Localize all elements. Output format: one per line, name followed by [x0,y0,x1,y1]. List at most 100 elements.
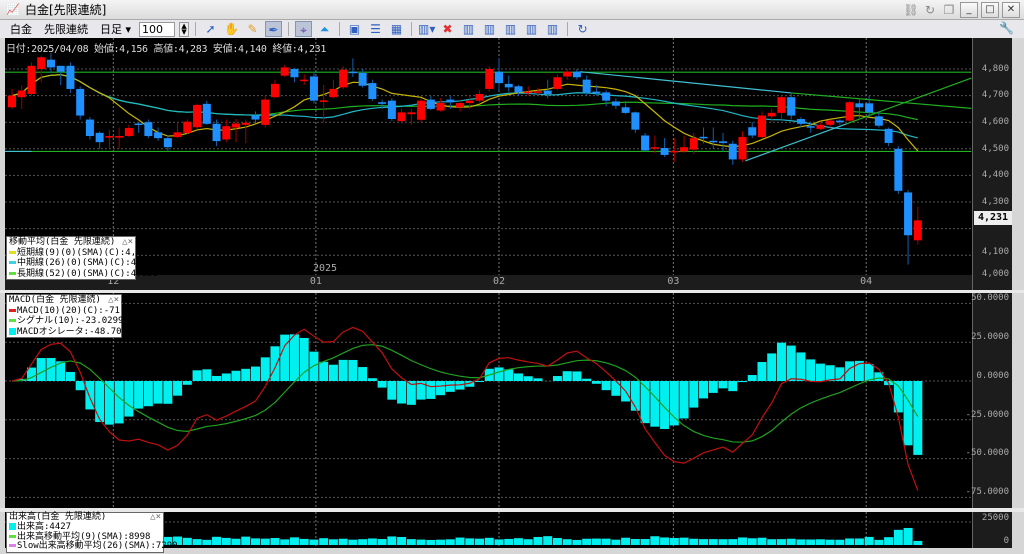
candle-down [164,138,172,147]
copy-window-icon[interactable]: ❐ [941,2,957,18]
volume-bar [611,540,620,545]
volume-bar [270,538,279,545]
legend-close-icon[interactable]: △× [122,237,133,248]
volume-bar [378,539,387,545]
maximize-button[interactable]: □ [981,2,999,18]
period-dropdown[interactable]: 日足 ▾ [96,21,135,37]
bar-chart-dropdown-icon[interactable]: ▥▾ [418,21,435,37]
draw-line-icon[interactable]: ✒ [265,21,282,37]
price-tick: 4,700 [982,90,1009,100]
chart-window-icon[interactable]: ▣ [346,21,363,37]
date-label: 04 [860,276,872,287]
chart-type-2-icon[interactable]: ▥ [481,21,498,37]
volume-bar [913,541,922,545]
chart-type-3-icon[interactable]: ▥ [502,21,519,37]
bar-count-input[interactable]: 100 [139,22,175,37]
volume-bar [485,538,494,545]
trendline [580,72,791,93]
volume-bar [757,538,766,545]
macd-legend[interactable]: MACD(白金 先限連続)△× MACD(10)(20)(C):-71.7310… [6,294,122,338]
macd-oscillator-bar [787,346,796,381]
volume-axis[interactable]: 25000 0 [972,512,1012,548]
macd-oscillator-bar [738,381,747,382]
price-tick: 4,600 [982,117,1009,127]
candle-down [631,112,639,129]
volume-bar [241,537,250,545]
volume-tick: 0 [1004,536,1009,546]
chart-type-1-icon[interactable]: ▥ [460,21,477,37]
macd-pane[interactable] [5,293,972,508]
candle-up [232,124,240,128]
macd-oscillator-bar [524,376,533,381]
minimize-button[interactable]: _ [960,2,978,18]
volume-bar [280,539,289,545]
volume-bar [709,539,718,545]
grid-icon[interactable]: ▦ [388,21,405,37]
last-price-label: 4,231 [974,211,1012,225]
hand-icon[interactable]: ✋ [223,21,240,37]
macd-oscillator-bar [709,381,718,393]
pencil-icon[interactable]: ✎ [244,21,261,37]
macd-oscillator-bar [348,360,357,381]
bar-count-stepper[interactable]: ▲▼ [179,22,189,37]
select-arrow-icon[interactable]: ➚ [202,21,219,37]
price-tick: 4,500 [982,144,1009,154]
candle-down [144,122,152,136]
candle-up [222,126,230,139]
macd-tick: 0.0000 [976,371,1009,381]
volume-bar [641,539,650,545]
candle-down [378,102,386,104]
candle-down [47,60,55,68]
grid-horizontal-icon[interactable]: ☰ [367,21,384,37]
volume-bar [202,540,211,545]
candle-down [573,72,581,78]
volume-bar [660,537,669,545]
candle-up [329,89,337,97]
legend-close-icon[interactable]: △× [108,295,119,306]
ma-legend[interactable]: 移動平均(白金 先限連続)△× 短期線(9)(0)(SMA)(C):4,502 … [6,236,136,280]
volume-bar [787,539,796,545]
crosshair-icon[interactable]: ⌖ [295,21,312,37]
price-axis[interactable]: 4,800 4,700 4,600 4,500 4,400 4,300 4,10… [972,38,1012,290]
macd-oscillator-bar [504,369,513,381]
link-icon[interactable]: ⛓ [903,2,919,18]
macd-oscillator-bar [202,369,211,381]
volume-legend[interactable]: 出来高(白金 先限連続)△× 出来高:4427 出来高移動平均(9)(SMA):… [6,512,164,553]
price-chart-pane[interactable] [5,38,972,275]
volume-bar [826,540,835,545]
settings-wrench-icon[interactable]: 🔧 [999,21,1014,35]
volume-bar [426,540,435,545]
macd-oscillator-bar [95,381,104,422]
chart-type-4-icon[interactable]: ▥ [523,21,540,37]
macd-tick: 25.0000 [971,332,1009,342]
volume-bar [816,539,825,545]
toolbar-divider [288,22,289,36]
macd-oscillator-bar [767,353,776,381]
volume-bar [845,538,854,545]
scroll-up-icon[interactable]: ⏶ [316,21,333,37]
contract-selector[interactable]: 先限連続 [40,21,92,37]
candle-down [252,116,260,120]
macd-oscillator-bar [865,364,874,381]
macd-oscillator-bar [154,381,163,404]
volume-bar [670,538,679,545]
volume-bar [465,538,474,545]
chart-type-5-icon[interactable]: ▥ [544,21,561,37]
candle-down [787,97,795,115]
candle-up [553,77,561,89]
close-button[interactable]: ✕ [1002,2,1020,18]
reload-icon[interactable]: ↻ [574,21,591,37]
delete-icon[interactable]: ✖ [439,21,456,37]
candle-up [261,100,269,125]
legend-close-icon[interactable]: △× [150,513,161,523]
toolbar-divider [411,22,412,36]
volume-bar [884,537,893,545]
oscillator-legend-value: MACDオシレータ:-48.7011 [17,327,132,337]
candle-up [563,72,571,77]
volume-bar [329,539,338,545]
candle-up [739,137,747,159]
refresh-icon[interactable]: ↻ [922,2,938,18]
macd-axis[interactable]: 50.0000 25.0000 0.0000 -25.0000 -50.0000… [972,293,1012,508]
candle-up [768,113,776,116]
symbol-selector[interactable]: 白金 [6,21,36,37]
